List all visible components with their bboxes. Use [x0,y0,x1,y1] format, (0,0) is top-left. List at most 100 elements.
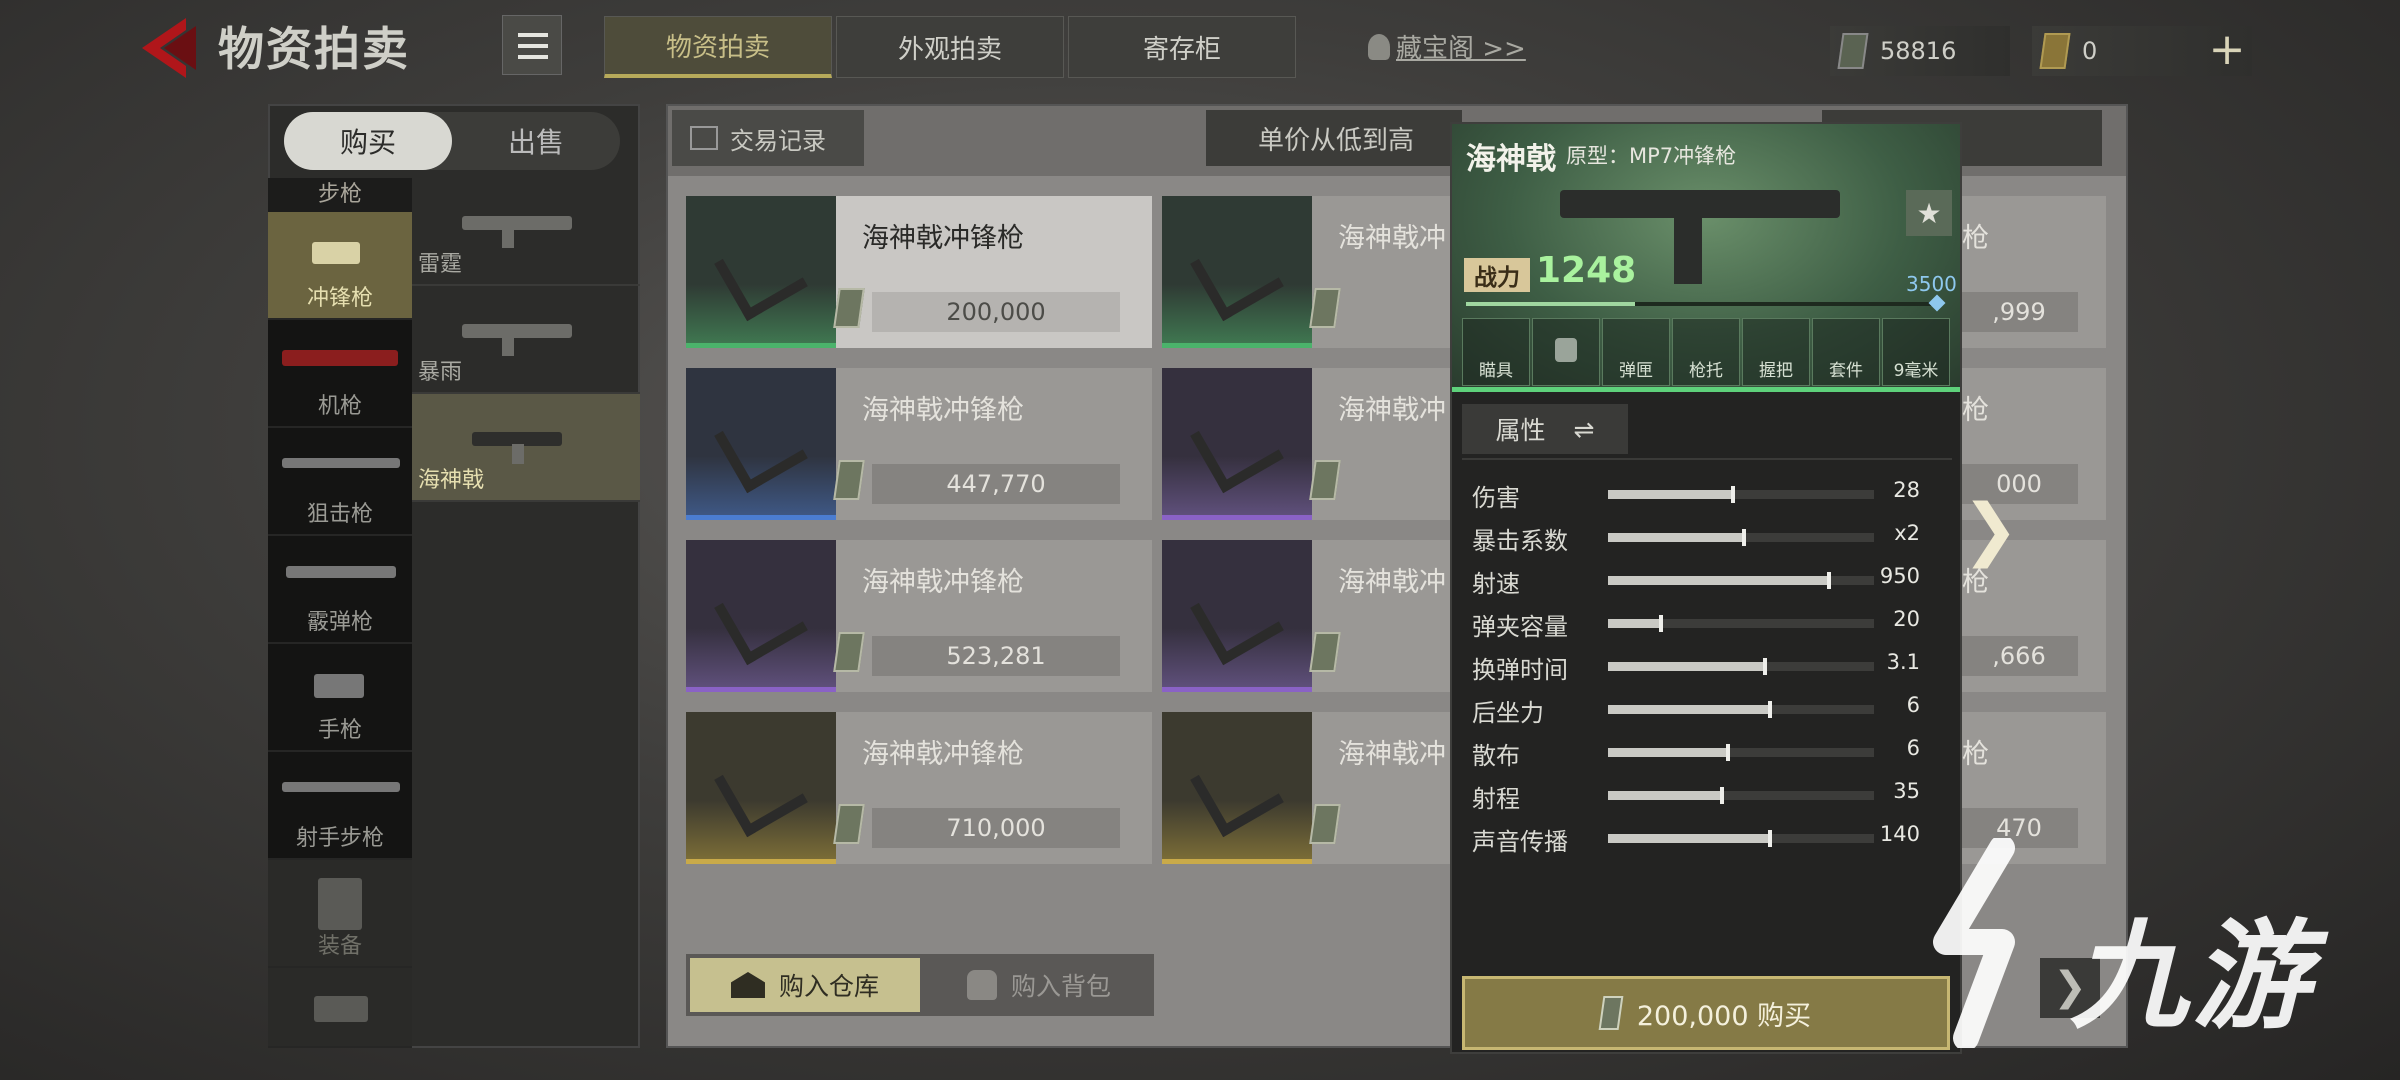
attachment-slot-locked[interactable] [1532,318,1600,386]
attachment-slot-sight[interactable]: 瞄具 [1462,318,1530,386]
marksman-rifle-icon [282,782,400,792]
stat-bar-marker [1725,744,1730,761]
attachment-slot-magazine[interactable]: 弹匣 [1602,318,1670,386]
warehouse-icon [730,972,765,998]
rifle-icon [462,216,572,248]
divider [1462,458,1952,460]
top-tabs: 物资拍卖 外观拍卖 寄存柜 [604,16,1296,78]
menu-icon [518,33,548,37]
stat-bar-marker [1826,572,1831,589]
stat-label: 弹夹容量 [1472,613,1568,641]
tab-skin-auction[interactable]: 外观拍卖 [836,16,1064,78]
category-sniper[interactable]: 狙击枪 [268,428,412,536]
stat-bar-marker [1731,486,1736,503]
buy-to-warehouse-tab[interactable]: 购入仓库 [690,958,920,1012]
stat-bar-fill [1608,576,1829,585]
stat-bar-marker [1659,615,1664,632]
buy-to-backpack-tab[interactable]: 购入背包 [924,954,1154,1016]
add-currency-button[interactable]: + [2202,26,2252,76]
listing-card[interactable]: 海神戟冲锋枪 523,281 [686,540,1152,692]
category-header: 步枪 [268,178,412,212]
gun-item-haishenji[interactable]: 海神戟 [412,394,640,502]
listing-card[interactable]: 海神戟冲锋枪 200,000 [686,196,1152,348]
gun-model-list: 雷霆 暴雨 海神戟 [412,178,640,502]
attachment-slot-kit[interactable]: 套件 [1812,318,1880,386]
stat-row: 散布 6 [1470,732,1950,775]
stat-label: 散布 [1472,742,1520,770]
item-thumbnail [686,540,836,692]
properties-tab[interactable]: 属性 ⇌ [1462,404,1628,454]
stat-bar-marker [1762,658,1767,675]
treasure-pavilion-link[interactable]: 藏宝阁 >> [1368,28,1526,65]
tab-material-auction[interactable]: 物资拍卖 [604,16,832,78]
item-thumbnail [686,368,836,520]
sort-dropdown[interactable]: 单价从低到高 [1206,110,1462,166]
listing-card[interactable]: 枪 ,999 [1960,196,2106,348]
item-prototype: 原型：MP7冲锋枪 [1566,144,1737,168]
cash-icon [1309,460,1341,500]
weapon-category-list: 步枪 冲锋枪 机枪 狙击枪 霰弹枪 手枪 射手步枪 装备 [268,178,412,1048]
smg-icon [1190,400,1284,494]
stat-bar-fill [1608,662,1765,671]
cash-icon [833,288,865,328]
category-equipment[interactable]: 装备 [268,860,412,968]
smg-icon [714,228,808,322]
category-shotgun[interactable]: 霰弹枪 [268,536,412,644]
back-button[interactable] [138,14,200,82]
stat-bar [1608,486,1874,503]
gun-item-leiting[interactable]: 雷霆 [412,178,640,286]
stat-bar-fill [1608,619,1662,628]
category-more[interactable] [268,968,412,1048]
ammo-icon [314,996,368,1022]
listing-card[interactable]: 海神戟冲锋枪 447,770 [686,368,1152,520]
attachment-slots: 瞄具 弹匣 枪托 握把 套件 9毫米 [1462,318,1950,386]
stat-bar [1608,701,1874,718]
vest-icon [318,878,362,930]
swap-icon[interactable]: ⇌ [1574,415,1595,444]
stat-row: 弹夹容量 20 [1470,603,1950,646]
lock-icon [1555,338,1577,362]
gold-bar-icon [2039,33,2071,69]
item-thumbnail [1162,368,1312,520]
stat-bar-fill [1608,533,1744,542]
menu-button[interactable] [502,15,562,75]
attachment-slot-grip[interactable]: 握把 [1742,318,1810,386]
stat-row: 声音传播 140 [1470,818,1950,861]
watermark-logo-icon [1933,838,2015,1048]
attachment-slot-stock[interactable]: 枪托 [1672,318,1740,386]
next-item-arrow[interactable]: ❯ [1962,490,2019,569]
stat-value: 6 [1906,693,1920,717]
smg-icon [1190,228,1284,322]
watermark-text: 九游 [2070,907,2315,1045]
stat-value: 35 [1893,779,1920,803]
trade-record-button[interactable]: 交易记录 [672,110,864,166]
attachment-slot-ammo[interactable]: 9毫米 [1882,318,1950,386]
category-marksman[interactable]: 射手步枪 [268,752,412,860]
smg-icon [714,400,808,494]
category-lmg[interactable]: 机枪 [268,320,412,428]
stat-bar [1608,830,1874,847]
silver-currency: 58816 [1830,26,2010,76]
cash-icon [1598,996,1624,1030]
buy-toggle[interactable]: 购买 [284,112,452,170]
favorite-button[interactable]: ★ [1906,190,1952,236]
stat-bar-fill [1608,791,1723,800]
buy-button[interactable]: 200,000 购买 [1462,976,1950,1050]
stat-row: 射程 35 [1470,775,1950,818]
stat-bar [1608,744,1874,761]
sell-toggle[interactable]: 出售 [452,112,620,170]
stat-value: 3.1 [1886,650,1920,674]
stat-bar [1608,787,1874,804]
stat-label: 伤害 [1472,484,1520,512]
record-icon [690,126,718,150]
listing-card[interactable]: 海神戟冲锋枪 710,000 [686,712,1152,864]
item-thumbnail [686,712,836,864]
stat-value: 20 [1893,607,1920,631]
tab-locker[interactable]: 寄存柜 [1068,16,1296,78]
backpack-icon [966,970,997,1000]
stat-value: 950 [1879,564,1920,588]
category-pistol[interactable]: 手枪 [268,644,412,752]
category-smg[interactable]: 冲锋枪 [268,212,412,320]
gun-item-baoyu[interactable]: 暴雨 [412,286,640,394]
star-icon: ★ [1916,196,1942,230]
